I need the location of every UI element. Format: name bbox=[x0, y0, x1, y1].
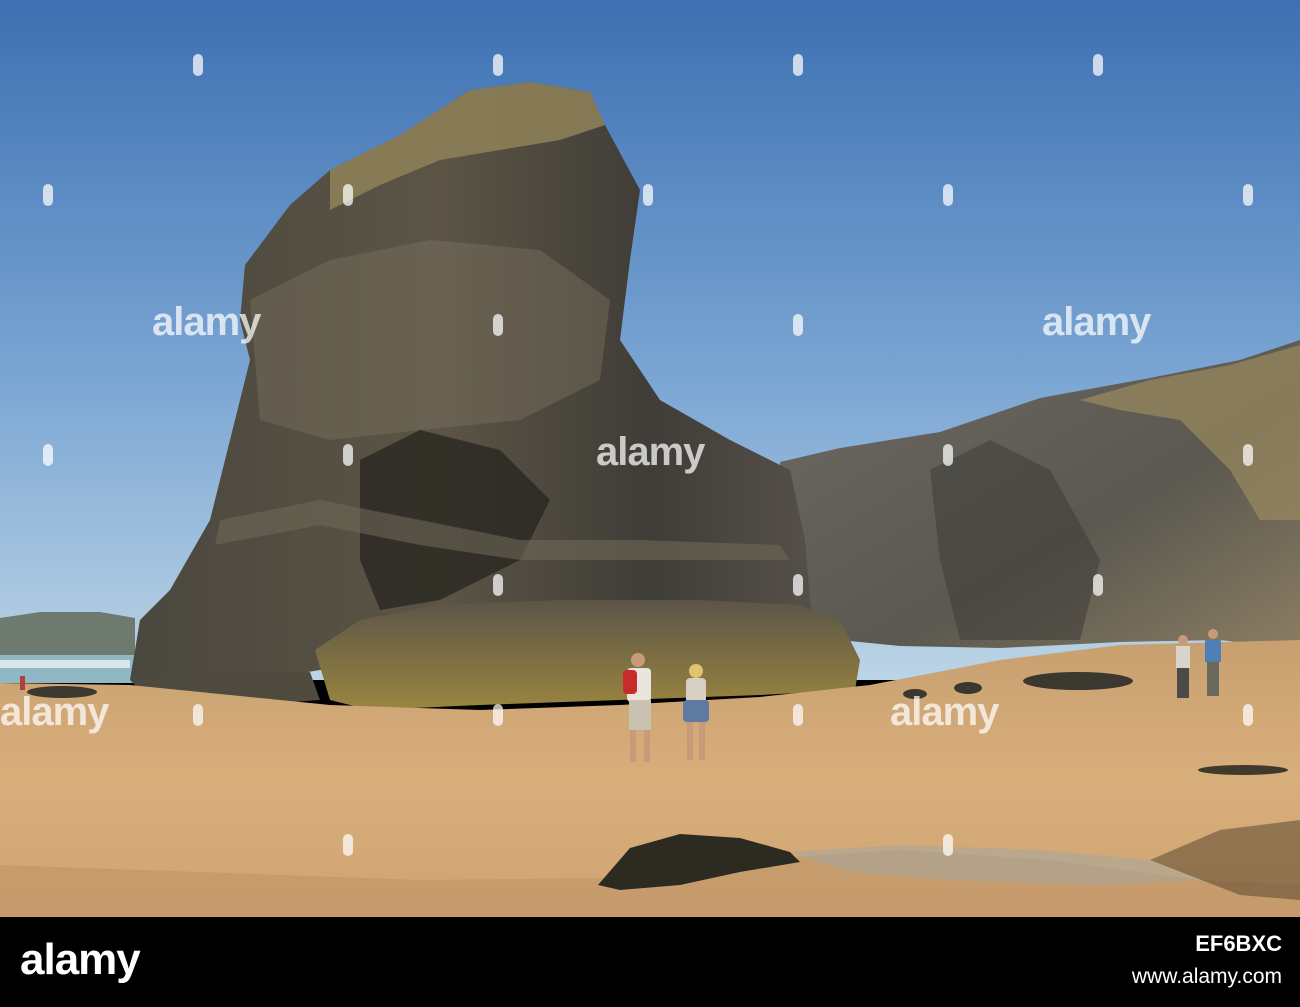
stack-base-rock bbox=[315, 600, 860, 710]
person-far-left-shore bbox=[20, 676, 25, 690]
watermark-dot bbox=[193, 704, 203, 726]
watermark-dot bbox=[643, 184, 653, 206]
watermark-dot bbox=[493, 54, 503, 76]
watermark-dot bbox=[1243, 704, 1253, 726]
footer-bar: alamy EF6BXC www.alamy.com bbox=[0, 917, 1300, 1007]
watermark-text: alamy bbox=[890, 690, 999, 734]
watermark-dot bbox=[1243, 184, 1253, 206]
watermark-dot bbox=[943, 444, 953, 466]
beach-rock bbox=[1198, 765, 1288, 775]
footer-info: EF6BXC www.alamy.com bbox=[1132, 931, 1282, 989]
watermark-dot bbox=[43, 184, 53, 206]
watermark-dot bbox=[793, 704, 803, 726]
watermark-dot bbox=[493, 704, 503, 726]
distant-headland bbox=[0, 612, 135, 660]
watermark-text: alamy bbox=[596, 430, 705, 474]
footer-url: www.alamy.com bbox=[1131, 965, 1282, 988]
watermark-text: alamy bbox=[152, 300, 261, 344]
watermark-dot bbox=[1093, 54, 1103, 76]
beach-rock bbox=[1023, 672, 1133, 690]
surf bbox=[0, 660, 130, 668]
watermark-dot bbox=[493, 574, 503, 596]
watermark-dot bbox=[793, 574, 803, 596]
watermark-dot bbox=[343, 184, 353, 206]
watermark-text: alamy bbox=[0, 690, 109, 734]
beach-photo: alamy alamy alamy alamy alamy bbox=[0, 0, 1300, 917]
watermark-dot bbox=[943, 834, 953, 856]
watermark-dot bbox=[1243, 444, 1253, 466]
watermark-dot bbox=[793, 314, 803, 336]
footer-logo: alamy bbox=[20, 935, 141, 984]
watermark-dot bbox=[1093, 574, 1103, 596]
watermark-dot bbox=[343, 834, 353, 856]
watermark-dot bbox=[493, 314, 503, 336]
watermark-dot bbox=[43, 444, 53, 466]
watermark-dot bbox=[943, 184, 953, 206]
watermark-dot bbox=[343, 444, 353, 466]
watermark-dot bbox=[193, 54, 203, 76]
watermark-text: alamy bbox=[1042, 300, 1151, 344]
image-id: EF6BXC bbox=[1195, 931, 1282, 956]
watermark-dot bbox=[793, 54, 803, 76]
